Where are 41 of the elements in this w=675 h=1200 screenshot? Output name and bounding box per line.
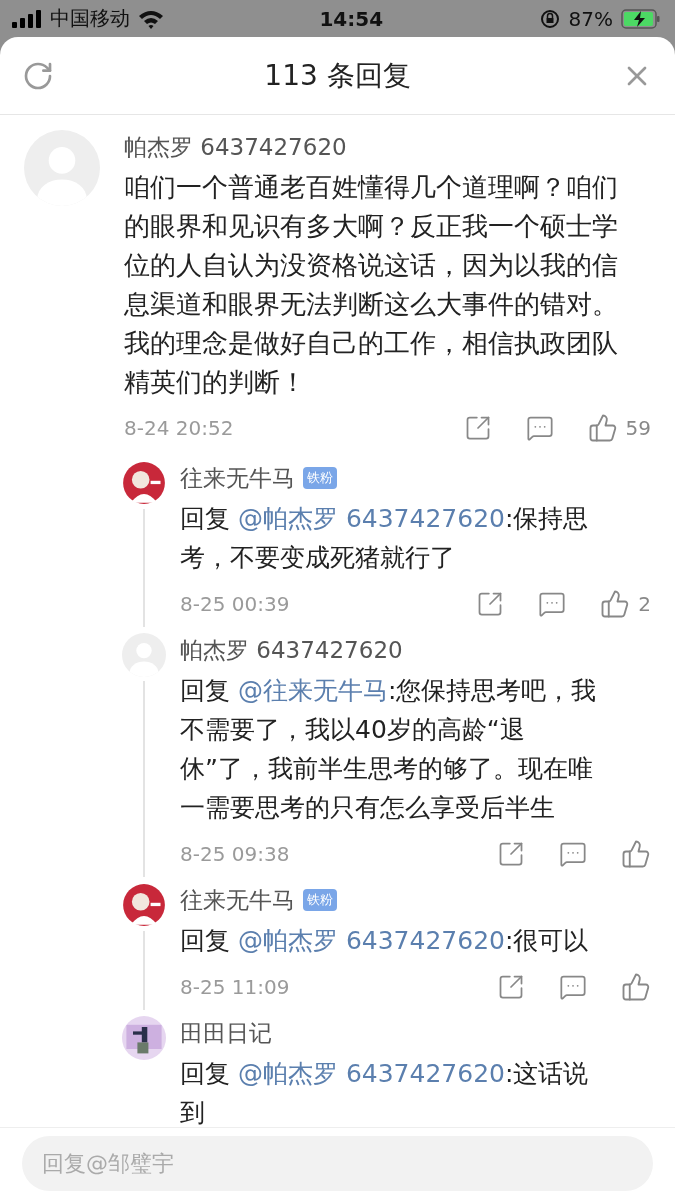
reply-time: 8-25 09:38 [180, 842, 291, 866]
author-name[interactable]: 往来无牛马 [180, 883, 295, 917]
mention-link[interactable]: @帕杰罗 6437427620 [237, 926, 505, 955]
like-count: 2 [638, 592, 651, 616]
reply-text: 回复 @帕杰罗 6437427620:这话说到 [180, 1058, 590, 1127]
author-name[interactable]: 帕杰罗 6437427620 [180, 633, 403, 667]
comment-time: 8-24 20:52 [124, 416, 235, 440]
mention-link[interactable]: @往来无牛马 [237, 676, 388, 705]
comment-text: 咱们一个普通老百姓懂得几个道理啊？咱们的眼界和见识有多大啊？反正我一个硕士学位的人自认为没资格说这话，因为以我的信息渠道和眼界无法判断这么大事件的错对。我的理念是做好自己的工作，相信执政团队精英们的判断！ [124, 171, 619, 399]
thumbs-up-icon[interactable] [621, 972, 651, 1002]
signal-icon [12, 9, 42, 28]
fan-badge: 铁粉 [303, 889, 337, 911]
reply-input[interactable]: 回复@邹璧宇 [22, 1136, 653, 1191]
wifi-icon [138, 8, 164, 29]
thumbs-up-icon[interactable] [600, 589, 631, 619]
reply-text: 回复 @帕杰罗 6437427620:保持思考，不要变成死猪就行了 [180, 503, 590, 574]
header-title: 113 条回复 [264, 57, 411, 94]
comment-icon[interactable] [559, 973, 587, 1001]
battery-percent: 87% [568, 6, 613, 31]
reply-time: 8-25 00:39 [180, 592, 291, 616]
carrier-name: 中国移动 [50, 5, 130, 32]
mention-link[interactable]: @帕杰罗 6437427620 [237, 1059, 505, 1088]
reply-text: 回复 @帕杰罗 6437427620:很可以 [180, 925, 590, 957]
fan-badge: 铁粉 [303, 467, 337, 489]
thumbs-up-icon[interactable] [587, 413, 618, 443]
comment-icon[interactable] [559, 840, 587, 868]
author-name[interactable]: 田田日记 [180, 1016, 272, 1050]
reply-time: 8-25 11:09 [180, 975, 291, 999]
thumbs-up-icon[interactable] [621, 839, 651, 869]
reply-text: 回复 @往来无牛马:您保持思考吧，我不需要了，我以40岁的高龄“退休”了，我前半生思考的够了。现在唯一需要思考的只有怎么享受后半生 [180, 675, 598, 824]
author-name[interactable]: 帕杰罗 6437427620 [124, 130, 347, 164]
rotation-lock-icon [538, 7, 561, 30]
mention-link[interactable]: @帕杰罗 6437427620 [237, 504, 505, 533]
comment-icon[interactable] [525, 414, 554, 442]
share-icon[interactable] [497, 840, 525, 868]
author-name[interactable]: 往来无牛马 [180, 461, 295, 495]
share-icon[interactable] [497, 973, 525, 1001]
like-count: 59 [625, 416, 651, 440]
clock-time: 14:54 [319, 6, 384, 31]
comment-icon[interactable] [538, 590, 567, 618]
battery-charging-icon [621, 8, 661, 29]
